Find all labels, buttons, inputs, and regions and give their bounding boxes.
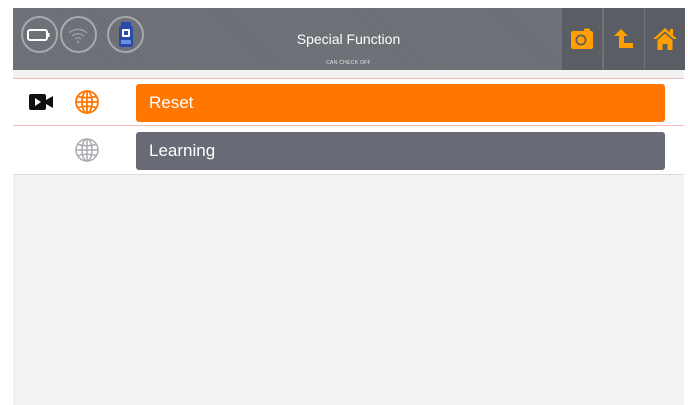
- top-bar: Special Function CAN CHECK OFF: [13, 8, 685, 70]
- back-button[interactable]: [603, 8, 644, 70]
- home-icon: [653, 28, 677, 50]
- screenshot-icon: [571, 28, 593, 49]
- function-row-learning[interactable]: Learning: [13, 126, 684, 175]
- back-icon: [614, 29, 633, 48]
- reset-button[interactable]: Reset: [136, 84, 665, 122]
- learning-button[interactable]: Learning: [136, 132, 665, 170]
- function-row-reset[interactable]: Reset: [13, 79, 684, 126]
- video-icon[interactable]: [28, 93, 54, 111]
- globe-icon[interactable]: [74, 137, 100, 163]
- screenshot-button[interactable]: [562, 8, 602, 70]
- app-window: Special Function CAN CHECK OFF Reset Lea…: [13, 8, 685, 405]
- home-button[interactable]: [644, 8, 685, 70]
- globe-icon[interactable]: [74, 89, 100, 115]
